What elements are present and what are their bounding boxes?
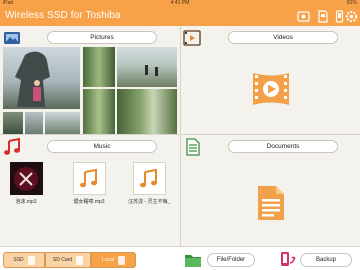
music-file-name: 儂女睡嗦.mp3 xyxy=(73,199,105,205)
drive-settings-icon[interactable] xyxy=(297,10,310,23)
music-note-icon xyxy=(72,162,106,195)
music-note-icon xyxy=(4,138,20,155)
music-file-item[interactable]: 泡沫.mp3 xyxy=(5,162,47,205)
photo-thumbnail[interactable] xyxy=(25,112,43,134)
photo-thumbnail[interactable] xyxy=(117,47,177,87)
music-file-item[interactable]: 儂女睡嗦.mp3 xyxy=(68,162,110,205)
bottom-bar: SSD SD Card Local File/Folder Backup xyxy=(0,246,360,270)
pictures-panel[interactable]: Pictures xyxy=(0,26,180,134)
music-panel[interactable]: Music 泡沫.mp3 儂女睡嗦.mp3 汪苏泷 - 灵主不悔_... xyxy=(0,135,180,246)
backup-button[interactable]: Backup xyxy=(300,253,352,267)
drive-icon xyxy=(27,255,35,265)
film-icon xyxy=(183,30,201,46)
document-placeholder-icon xyxy=(258,186,284,220)
photo-thumbnail[interactable] xyxy=(117,89,177,134)
photo-thumbnail[interactable] xyxy=(83,47,115,87)
sd-card-icon[interactable] xyxy=(316,10,329,23)
photo-thumbnail[interactable] xyxy=(3,47,80,109)
album-art-thumbnail xyxy=(9,162,43,195)
title-bar: Wireless SSD for Toshiba xyxy=(0,7,360,26)
videos-button[interactable]: Videos xyxy=(228,31,338,44)
video-placeholder-icon xyxy=(253,73,289,105)
photo-thumbnail[interactable] xyxy=(45,112,80,134)
documents-button[interactable]: Documents xyxy=(228,140,338,153)
sd-card-tab[interactable]: SD Card xyxy=(45,252,91,268)
local-tab-label: Local xyxy=(102,257,114,263)
status-bar: iPad 4:41 PM 81% xyxy=(0,0,360,7)
music-file-name: 汪苏泷 - 灵主不悔_... xyxy=(128,199,170,205)
document-icon xyxy=(186,138,200,156)
sd-card-icon xyxy=(76,255,84,265)
photo-thumbnail[interactable] xyxy=(83,89,115,134)
phone-icon xyxy=(117,255,125,265)
settings-icon[interactable] xyxy=(345,10,358,23)
music-button[interactable]: Music xyxy=(47,140,157,153)
ssd-tab[interactable]: SSD xyxy=(3,252,45,268)
folder-icon xyxy=(185,255,201,267)
photo-icon xyxy=(4,32,20,44)
music-file-item[interactable]: 汪苏泷 - 灵主不悔_... xyxy=(128,162,170,205)
pictures-button[interactable]: Pictures xyxy=(47,31,157,44)
battery-label: 81% xyxy=(346,0,357,6)
music-file-name: 泡沫.mp3 xyxy=(15,199,37,205)
clock: 4:41 PM xyxy=(170,0,190,6)
sd-card-tab-label: SD Card xyxy=(52,257,73,263)
local-tab[interactable]: Local xyxy=(91,252,136,268)
documents-panel[interactable]: Documents xyxy=(181,135,360,246)
backup-icon xyxy=(281,252,296,266)
ssd-tab-label: SSD xyxy=(13,257,24,263)
photo-thumbnail[interactable] xyxy=(3,112,23,134)
app-title: Wireless SSD for Toshiba xyxy=(5,10,121,21)
music-note-icon xyxy=(132,162,166,195)
videos-panel[interactable]: Videos xyxy=(181,26,360,134)
file-folder-button[interactable]: File/Folder xyxy=(207,253,255,267)
